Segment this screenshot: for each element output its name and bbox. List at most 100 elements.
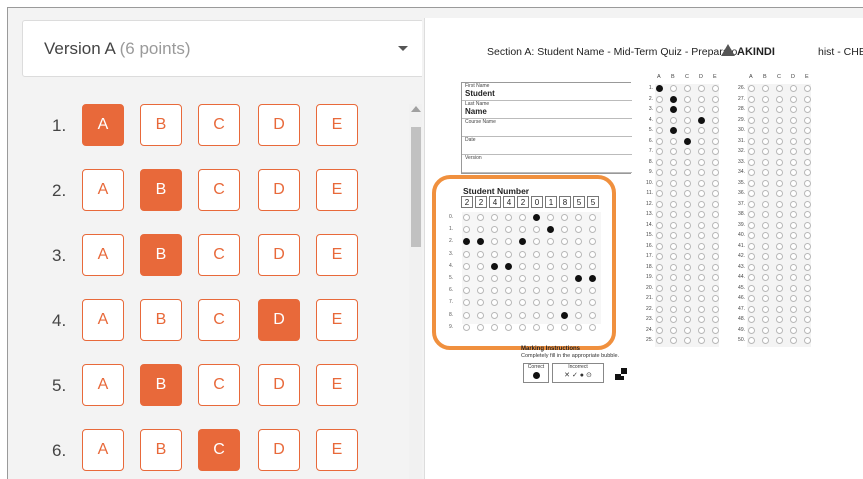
answer-bubble bbox=[656, 116, 663, 124]
answer-option-d[interactable]: D bbox=[258, 234, 300, 276]
answer-bubble bbox=[762, 200, 769, 208]
answer-option-e[interactable]: E bbox=[316, 234, 358, 276]
answer-bubble bbox=[712, 221, 719, 229]
answer-bubble bbox=[748, 284, 755, 292]
answer-row: 7. bbox=[641, 148, 721, 157]
answer-option-a[interactable]: A bbox=[82, 364, 124, 406]
incorrect-marks: ✕ ✓ ● ⊙ bbox=[564, 372, 592, 379]
scroll-up-arrow-icon[interactable] bbox=[411, 106, 421, 112]
answer-row-number: 47. bbox=[738, 305, 745, 312]
answer-bubble bbox=[698, 211, 705, 218]
version-select[interactable]: Version A (6 points) bbox=[22, 20, 422, 77]
answer-option-b[interactable]: B bbox=[140, 364, 182, 406]
answer-bubble bbox=[762, 116, 769, 124]
scrollbar[interactable] bbox=[409, 104, 422, 479]
answer-option-c[interactable]: C bbox=[198, 169, 240, 211]
answer-option-b[interactable]: B bbox=[140, 234, 182, 276]
answer-bubble bbox=[684, 263, 691, 271]
answer-bubble bbox=[804, 253, 811, 260]
question-row: 5. A B C D E bbox=[8, 364, 408, 408]
answer-bubble bbox=[748, 274, 755, 281]
answer-bubble bbox=[776, 253, 783, 260]
answer-row-number: 41. bbox=[738, 242, 745, 249]
answer-option-b[interactable]: B bbox=[140, 299, 182, 341]
answer-bubble bbox=[698, 148, 705, 155]
answer-bubble bbox=[656, 169, 663, 176]
answer-option-a[interactable]: A bbox=[82, 234, 124, 276]
answer-option-b[interactable]: B bbox=[140, 429, 182, 471]
answer-option-b[interactable]: B bbox=[140, 104, 182, 146]
answer-option-c[interactable]: C bbox=[198, 429, 240, 471]
answer-row: 2. bbox=[641, 95, 721, 105]
answer-bubble bbox=[804, 337, 811, 344]
question-number: 2. bbox=[52, 181, 67, 200]
answer-row: 34. bbox=[733, 169, 813, 178]
answer-bubble bbox=[776, 148, 783, 155]
answer-option-e[interactable]: E bbox=[316, 429, 358, 471]
answer-bubble bbox=[748, 232, 755, 239]
answer-option-d[interactable]: D bbox=[258, 299, 300, 341]
answer-bubble bbox=[698, 179, 705, 187]
answer-bubble bbox=[656, 127, 663, 134]
answer-option-c[interactable]: C bbox=[198, 234, 240, 276]
answer-bubble bbox=[712, 85, 719, 92]
answer-option-c[interactable]: C bbox=[198, 299, 240, 341]
answer-option-a[interactable]: A bbox=[82, 429, 124, 471]
logo-triangle-icon bbox=[721, 44, 735, 56]
answer-bubble bbox=[776, 326, 783, 334]
question-number: 5. bbox=[52, 376, 67, 395]
answer-bubble bbox=[712, 242, 719, 250]
answer-bubble bbox=[698, 85, 705, 92]
answer-option-d[interactable]: D bbox=[258, 429, 300, 471]
answer-row-number: 14. bbox=[646, 221, 653, 228]
answer-bubble bbox=[762, 211, 769, 218]
answer-option-d[interactable]: D bbox=[258, 104, 300, 146]
answer-row-number: 8. bbox=[648, 158, 653, 165]
answer-bubble bbox=[698, 284, 705, 292]
answer-bubble bbox=[712, 232, 719, 239]
answer-bubble bbox=[762, 127, 769, 134]
answer-bubble bbox=[670, 253, 677, 260]
answer-option-d[interactable]: D bbox=[258, 169, 300, 211]
answer-row: 38. bbox=[733, 211, 813, 220]
answer-bubble bbox=[804, 274, 811, 281]
answer-row-number: 9. bbox=[648, 169, 653, 175]
answer-bubble bbox=[776, 232, 783, 239]
answer-option-e[interactable]: E bbox=[316, 169, 358, 211]
answer-row-number: 18. bbox=[646, 263, 653, 270]
answer-bubble bbox=[762, 274, 769, 281]
answer-row: 18. bbox=[641, 263, 721, 273]
answer-bubble bbox=[698, 274, 705, 281]
answer-option-e[interactable]: E bbox=[316, 104, 358, 146]
answer-option-e[interactable]: E bbox=[316, 299, 358, 341]
answer-option-a[interactable]: A bbox=[82, 169, 124, 211]
answer-option-a[interactable]: A bbox=[82, 299, 124, 341]
answer-bubble bbox=[776, 337, 783, 344]
answer-option-a[interactable]: A bbox=[82, 104, 124, 146]
answer-bubble bbox=[712, 127, 719, 134]
answer-bubble bbox=[698, 106, 705, 113]
answer-bubble bbox=[804, 295, 811, 302]
scrollbar-thumb[interactable] bbox=[411, 127, 421, 247]
answer-bubble bbox=[698, 305, 705, 313]
answer-option-c[interactable]: C bbox=[198, 104, 240, 146]
answer-row: 35. bbox=[733, 179, 813, 189]
answer-option-d[interactable]: D bbox=[258, 364, 300, 406]
answer-bubble bbox=[748, 221, 755, 229]
answer-bubble bbox=[804, 106, 811, 113]
answer-bubble bbox=[698, 337, 705, 344]
answer-bubble bbox=[670, 263, 677, 271]
answer-bubble bbox=[762, 221, 769, 229]
info-field-label: Date bbox=[465, 137, 476, 143]
answer-bubble bbox=[656, 263, 663, 271]
answer-bubble bbox=[748, 169, 755, 176]
answer-bubble bbox=[670, 305, 677, 313]
answer-option-e[interactable]: E bbox=[316, 364, 358, 406]
answer-bubble bbox=[804, 305, 811, 313]
answer-row-number: 26. bbox=[738, 85, 745, 91]
answer-row-number: 40. bbox=[738, 232, 745, 238]
answer-option-c[interactable]: C bbox=[198, 364, 240, 406]
answer-row-number: 7. bbox=[648, 148, 653, 154]
answer-bubble bbox=[712, 337, 719, 344]
answer-option-b[interactable]: B bbox=[140, 169, 182, 211]
